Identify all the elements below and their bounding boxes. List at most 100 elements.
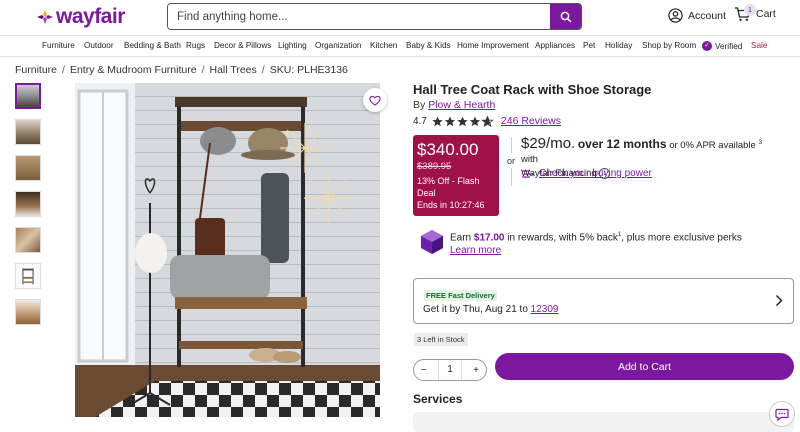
thumbnail-2[interactable] [15, 119, 41, 145]
services-heading: Services [413, 392, 463, 406]
account-button[interactable]: Account [668, 8, 726, 23]
logo-text: wayfair [56, 5, 125, 28]
wayfair-logo[interactable]: wayfair [36, 5, 125, 29]
category-nav: Furniture Outdoor Bedding & Bath Rugs De… [0, 35, 800, 57]
monthly-price: $29/mo. [521, 135, 576, 153]
rewards-prefix: Earn [450, 232, 472, 244]
rewards-amount: $17.00 [473, 232, 505, 244]
cart-label: Cart [756, 8, 776, 20]
quantity-stepper: − 1 + [413, 359, 487, 381]
product-title: Hall Tree Coat Rack with Shoe Storage [413, 82, 652, 97]
with-label: with [521, 154, 538, 166]
search-icon [560, 11, 572, 23]
quantity-minus-button[interactable]: − [421, 365, 427, 376]
services-panel [413, 412, 794, 432]
cart-button[interactable]: 1 Cart [734, 4, 776, 22]
product-main-image[interactable] [75, 83, 380, 417]
by-prefix: By [413, 99, 426, 111]
nav-verified-label: Verified [715, 41, 743, 51]
nav-item-holiday[interactable]: Holiday [605, 41, 632, 50]
free-delivery-badge: FREE Fast Delivery [424, 290, 497, 301]
nav-item-home-improvement[interactable]: Home Improvement [457, 41, 529, 50]
account-label: Account [688, 9, 726, 22]
add-to-cart-button[interactable]: Add to Cart [495, 353, 794, 380]
heart-icon [369, 95, 381, 106]
hall-tree-photo [75, 83, 380, 417]
nav-item-appliances[interactable]: Appliances [535, 41, 575, 50]
account-icon [668, 8, 683, 23]
rewards-banner: Earn $17.00 in rewards, with 5% back1, p… [420, 229, 742, 257]
thumbnail-3[interactable] [15, 155, 41, 181]
thumbnail-1[interactable] [15, 83, 41, 109]
nav-item-pet[interactable]: Pet [583, 41, 595, 50]
months-label: over 12 months [577, 137, 667, 152]
breadcrumb-item[interactable]: Furniture [15, 64, 57, 76]
nav-item-baby-kids[interactable]: Baby & Kids [406, 41, 451, 50]
breadcrumb-separator: / [62, 64, 65, 76]
rewards-middle: in rewards, with 5% back [507, 232, 618, 244]
nav-item-lighting[interactable]: Lighting [278, 41, 307, 50]
rewards-gem-icon [421, 230, 443, 254]
delivery-estimate: Get it by Thu, Aug 21 to 12309 [423, 304, 558, 315]
nav-item-furniture[interactable]: Furniture [42, 41, 75, 50]
chevron-right-icon [775, 294, 783, 307]
stars-icon [432, 115, 494, 127]
divider [511, 168, 512, 186]
nav-item-verified[interactable]: ✓ Verified [702, 41, 742, 51]
quantity-plus-button[interactable]: + [473, 365, 479, 376]
rating-row: 4.7 246 Reviews [413, 115, 561, 127]
top-bar: wayfair Account 1 Cart [0, 0, 800, 34]
quantity-value[interactable]: 1 [438, 360, 462, 380]
learn-more-link[interactable]: Learn more [450, 245, 501, 256]
nav-item-organization[interactable]: Organization [315, 41, 361, 50]
nav-item-sale[interactable]: Sale [751, 41, 767, 50]
logo-icon [37, 10, 53, 24]
reviews-link[interactable]: 246 Reviews [501, 115, 561, 127]
search-input[interactable] [168, 4, 550, 29]
rating-value: 4.7 [413, 115, 427, 127]
current-price: $340.00 [417, 140, 479, 159]
zip-code-link[interactable]: 12309 [531, 304, 559, 315]
hall-tree-thumb-icon [16, 264, 40, 288]
favorite-button[interactable] [363, 88, 387, 112]
discount-label: 13% Off - Flash Deal [417, 176, 480, 198]
cart-count-badge: 1 [744, 4, 756, 16]
breadcrumb-separator: / [201, 64, 205, 76]
breadcrumb-separator: / [261, 64, 265, 76]
nav-item-bedding-bath[interactable]: Bedding & Bath [124, 41, 181, 50]
original-price: $389.95 [417, 161, 452, 172]
nav-item-decor-pillows[interactable]: Decor & Pillows [214, 41, 271, 50]
breadcrumb-item[interactable]: Hall Trees [210, 64, 257, 76]
chat-icon [775, 408, 789, 421]
verified-check-icon: ✓ [702, 41, 712, 51]
buying-power-link[interactable]: Check your buying power [521, 168, 652, 179]
apr-label: or 0% APR available [669, 140, 756, 152]
rewards-suffix: , plus more exclusive perks [621, 232, 742, 244]
thumbnail-7[interactable] [15, 299, 41, 325]
nav-item-outdoor[interactable]: Outdoor [84, 41, 114, 50]
delivery-date-label: Get it by Thu, Aug 21 to [423, 304, 528, 315]
thumbnail-4[interactable] [15, 191, 41, 217]
search-bar [167, 3, 582, 30]
breadcrumb: Furniture / Entry & Mudroom Furniture / … [15, 64, 348, 76]
financing-footnote: 3 [758, 139, 763, 146]
nav-item-shop-by-room[interactable]: Shop by Room [642, 41, 696, 50]
thumbnail-6[interactable] [15, 263, 41, 289]
stock-badge: 3 Left in Stock [414, 333, 468, 346]
breadcrumb-sku: SKU: PLHE3136 [269, 64, 348, 76]
brand-link[interactable]: Plow & Hearth [428, 99, 495, 111]
nav-item-rugs[interactable]: Rugs [186, 41, 205, 50]
star-rating [432, 115, 494, 127]
brand-line: By Plow & Hearth [413, 99, 495, 111]
nav-item-kitchen[interactable]: Kitchen [370, 41, 397, 50]
chat-button[interactable] [769, 401, 795, 427]
breadcrumb-item[interactable]: Entry & Mudroom Furniture [70, 64, 197, 76]
delivery-card[interactable]: FREE Fast Delivery Get it by Thu, Aug 21… [413, 278, 794, 324]
buying-power-label: Check your buying power [539, 168, 652, 179]
search-button[interactable] [550, 4, 581, 29]
or-label: or [507, 156, 516, 166]
flash-deal-price-box: $340.00 $389.95 13% Off - Flash Deal End… [413, 135, 499, 216]
divider [511, 137, 512, 153]
speed-lines-icon [522, 169, 534, 178]
thumbnail-5[interactable] [15, 227, 41, 253]
